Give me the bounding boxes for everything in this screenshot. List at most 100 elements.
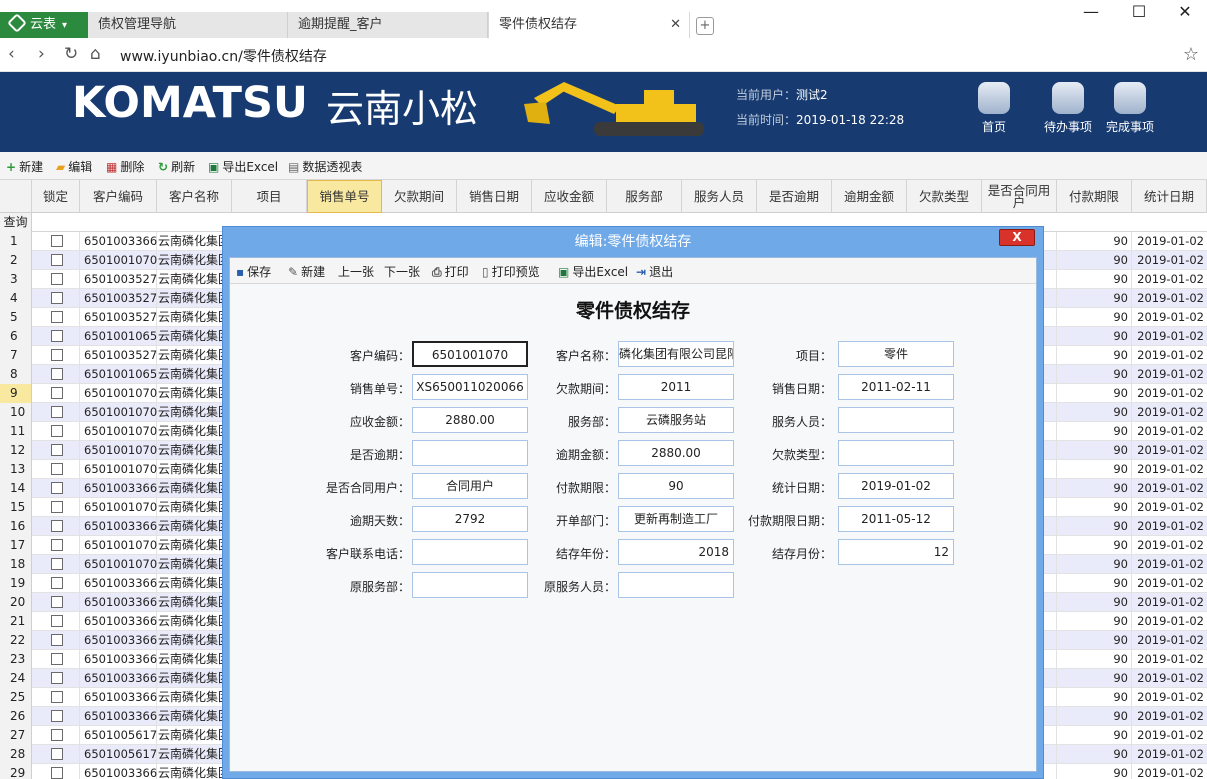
payment-term-cell[interactable]: 90 bbox=[1058, 270, 1130, 288]
field-input[interactable] bbox=[838, 407, 954, 433]
field-input[interactable]: 云磷服务站 bbox=[618, 407, 734, 433]
customer-name-cell[interactable]: 云南磷化集团 bbox=[158, 422, 224, 440]
stat-date-cell[interactable]: 2019-01-02 bbox=[1132, 270, 1207, 288]
row-number[interactable]: 14 bbox=[0, 479, 32, 498]
customer-name-cell[interactable]: 云南磷化集团 bbox=[158, 726, 224, 744]
reload-icon[interactable]: ↻ bbox=[64, 44, 78, 64]
dialog-new-button[interactable]: ✎ 新建 bbox=[288, 263, 325, 280]
home-icon[interactable]: ⌂ bbox=[90, 44, 101, 64]
payment-term-cell[interactable]: 90 bbox=[1058, 726, 1130, 744]
payment-term-cell[interactable]: 90 bbox=[1058, 422, 1130, 440]
stat-date-cell[interactable]: 2019-01-02 bbox=[1132, 555, 1207, 573]
column-header[interactable]: 锁定 bbox=[32, 180, 80, 213]
stat-date-cell[interactable]: 2019-01-02 bbox=[1132, 517, 1207, 535]
payment-term-cell[interactable]: 90 bbox=[1058, 555, 1130, 573]
lock-checkbox[interactable] bbox=[51, 311, 63, 323]
field-input[interactable]: 90 bbox=[618, 473, 734, 499]
payment-term-cell[interactable]: 90 bbox=[1058, 365, 1130, 383]
customer-code-cell[interactable]: 6501005617 bbox=[84, 726, 157, 744]
field-input[interactable] bbox=[618, 572, 734, 598]
payment-term-cell[interactable]: 90 bbox=[1058, 536, 1130, 554]
field-input[interactable]: 2011 bbox=[618, 374, 734, 400]
payment-term-cell[interactable]: 90 bbox=[1058, 612, 1130, 630]
customer-name-cell[interactable]: 云南磷化集团 bbox=[158, 289, 224, 307]
save-button[interactable]: ▪ 保存 bbox=[236, 263, 271, 280]
next-button[interactable]: 下一张 bbox=[384, 263, 420, 280]
stat-date-cell[interactable]: 2019-01-02 bbox=[1132, 631, 1207, 649]
row-number[interactable]: 16 bbox=[0, 517, 32, 536]
payment-term-cell[interactable]: 90 bbox=[1058, 745, 1130, 763]
payment-term-cell[interactable]: 90 bbox=[1058, 384, 1130, 402]
row-number[interactable]: 8 bbox=[0, 365, 32, 384]
customer-name-cell[interactable]: 云南磷化集团 bbox=[158, 498, 224, 516]
customer-code-cell[interactable]: 6501003366 bbox=[84, 232, 157, 250]
lock-checkbox[interactable] bbox=[51, 729, 63, 741]
stat-date-cell[interactable]: 2019-01-02 bbox=[1132, 479, 1207, 497]
home-button[interactable]: 首页 bbox=[964, 82, 1024, 135]
row-number[interactable]: 28 bbox=[0, 745, 32, 764]
stat-date-cell[interactable]: 2019-01-02 bbox=[1132, 365, 1207, 383]
row-number[interactable]: 12 bbox=[0, 441, 32, 460]
todo-button[interactable]: 待办事项 bbox=[1038, 82, 1098, 135]
payment-term-cell[interactable]: 90 bbox=[1058, 650, 1130, 668]
back-icon[interactable]: ‹ bbox=[8, 44, 15, 64]
row-number[interactable]: 15 bbox=[0, 498, 32, 517]
field-input[interactable]: 2019-01-02 bbox=[838, 473, 954, 499]
stat-date-cell[interactable]: 2019-01-02 bbox=[1132, 745, 1207, 763]
edit-button[interactable]: ▰ 编辑 bbox=[56, 158, 92, 175]
customer-code-cell[interactable]: 6501003527 bbox=[84, 270, 157, 288]
row-number[interactable]: 29 bbox=[0, 764, 32, 779]
customer-code-cell[interactable]: 6501001065 bbox=[84, 327, 157, 345]
lock-checkbox[interactable] bbox=[51, 254, 63, 266]
lock-checkbox[interactable] bbox=[51, 273, 63, 285]
close-tab-icon[interactable]: ✕ bbox=[670, 12, 681, 38]
row-number[interactable]: 22 bbox=[0, 631, 32, 650]
tab-parts-debt[interactable]: 零件债权结存 ✕ bbox=[488, 12, 690, 38]
row-number[interactable]: 3 bbox=[0, 270, 32, 289]
payment-term-cell[interactable]: 90 bbox=[1058, 460, 1130, 478]
payment-term-cell[interactable]: 90 bbox=[1058, 289, 1130, 307]
forward-icon[interactable]: › bbox=[38, 44, 45, 64]
stat-date-cell[interactable]: 2019-01-02 bbox=[1132, 574, 1207, 592]
refresh-button[interactable]: ↻ 刷新 bbox=[158, 158, 195, 175]
column-header[interactable]: 项目 bbox=[232, 180, 307, 213]
row-number[interactable]: 6 bbox=[0, 327, 32, 346]
column-header[interactable]: 销售日期 bbox=[457, 180, 532, 213]
print-button[interactable]: ⎙ 打印 bbox=[432, 263, 469, 280]
payment-term-cell[interactable]: 90 bbox=[1058, 764, 1130, 779]
lock-checkbox[interactable] bbox=[51, 292, 63, 304]
customer-code-cell[interactable]: 6501003527 bbox=[84, 346, 157, 364]
stat-date-cell[interactable]: 2019-01-02 bbox=[1132, 327, 1207, 345]
stat-date-cell[interactable]: 2019-01-02 bbox=[1132, 764, 1207, 779]
row-number[interactable]: 26 bbox=[0, 707, 32, 726]
payment-term-cell[interactable]: 90 bbox=[1058, 479, 1130, 497]
prev-button[interactable]: 上一张 bbox=[338, 263, 374, 280]
customer-name-cell[interactable]: 云南磷化集团 bbox=[158, 669, 224, 687]
stat-date-cell[interactable]: 2019-01-02 bbox=[1132, 669, 1207, 687]
bookmark-star-icon[interactable]: ☆ bbox=[1183, 44, 1199, 65]
url-text[interactable]: www.iyunbiao.cn/零件债权结存 bbox=[120, 46, 327, 66]
customer-code-cell[interactable]: 6501003366 bbox=[84, 707, 157, 725]
done-button[interactable]: 完成事项 bbox=[1100, 82, 1160, 135]
customer-code-cell[interactable]: 6501001070 bbox=[84, 384, 157, 402]
field-input[interactable] bbox=[838, 440, 954, 466]
stat-date-cell[interactable]: 2019-01-02 bbox=[1132, 612, 1207, 630]
row-number[interactable]: 9 bbox=[0, 384, 32, 403]
stat-date-cell[interactable]: 2019-01-02 bbox=[1132, 650, 1207, 668]
column-header[interactable]: 客户名称 bbox=[157, 180, 232, 213]
customer-code-cell[interactable]: 6501003527 bbox=[84, 308, 157, 326]
tab-debt-nav[interactable]: 债权管理导航 bbox=[88, 12, 288, 38]
lock-checkbox[interactable] bbox=[51, 330, 63, 342]
lock-checkbox[interactable] bbox=[51, 748, 63, 760]
customer-code-cell[interactable]: 6501003366 bbox=[84, 688, 157, 706]
customer-code-cell[interactable]: 6501001065 bbox=[84, 365, 157, 383]
field-input[interactable]: 12 bbox=[838, 539, 954, 565]
lock-checkbox[interactable] bbox=[51, 368, 63, 380]
exit-button[interactable]: ⇥ 退出 bbox=[636, 263, 673, 280]
column-header[interactable]: 服务人员 bbox=[682, 180, 757, 213]
customer-code-cell[interactable]: 6501003366 bbox=[84, 574, 157, 592]
field-input[interactable]: 磷化集团有限公司昆阳 bbox=[618, 341, 734, 367]
column-header[interactable]: 逾期金额 bbox=[832, 180, 907, 213]
customer-code-cell[interactable]: 6501003366 bbox=[84, 479, 157, 497]
stat-date-cell[interactable]: 2019-01-02 bbox=[1132, 726, 1207, 744]
